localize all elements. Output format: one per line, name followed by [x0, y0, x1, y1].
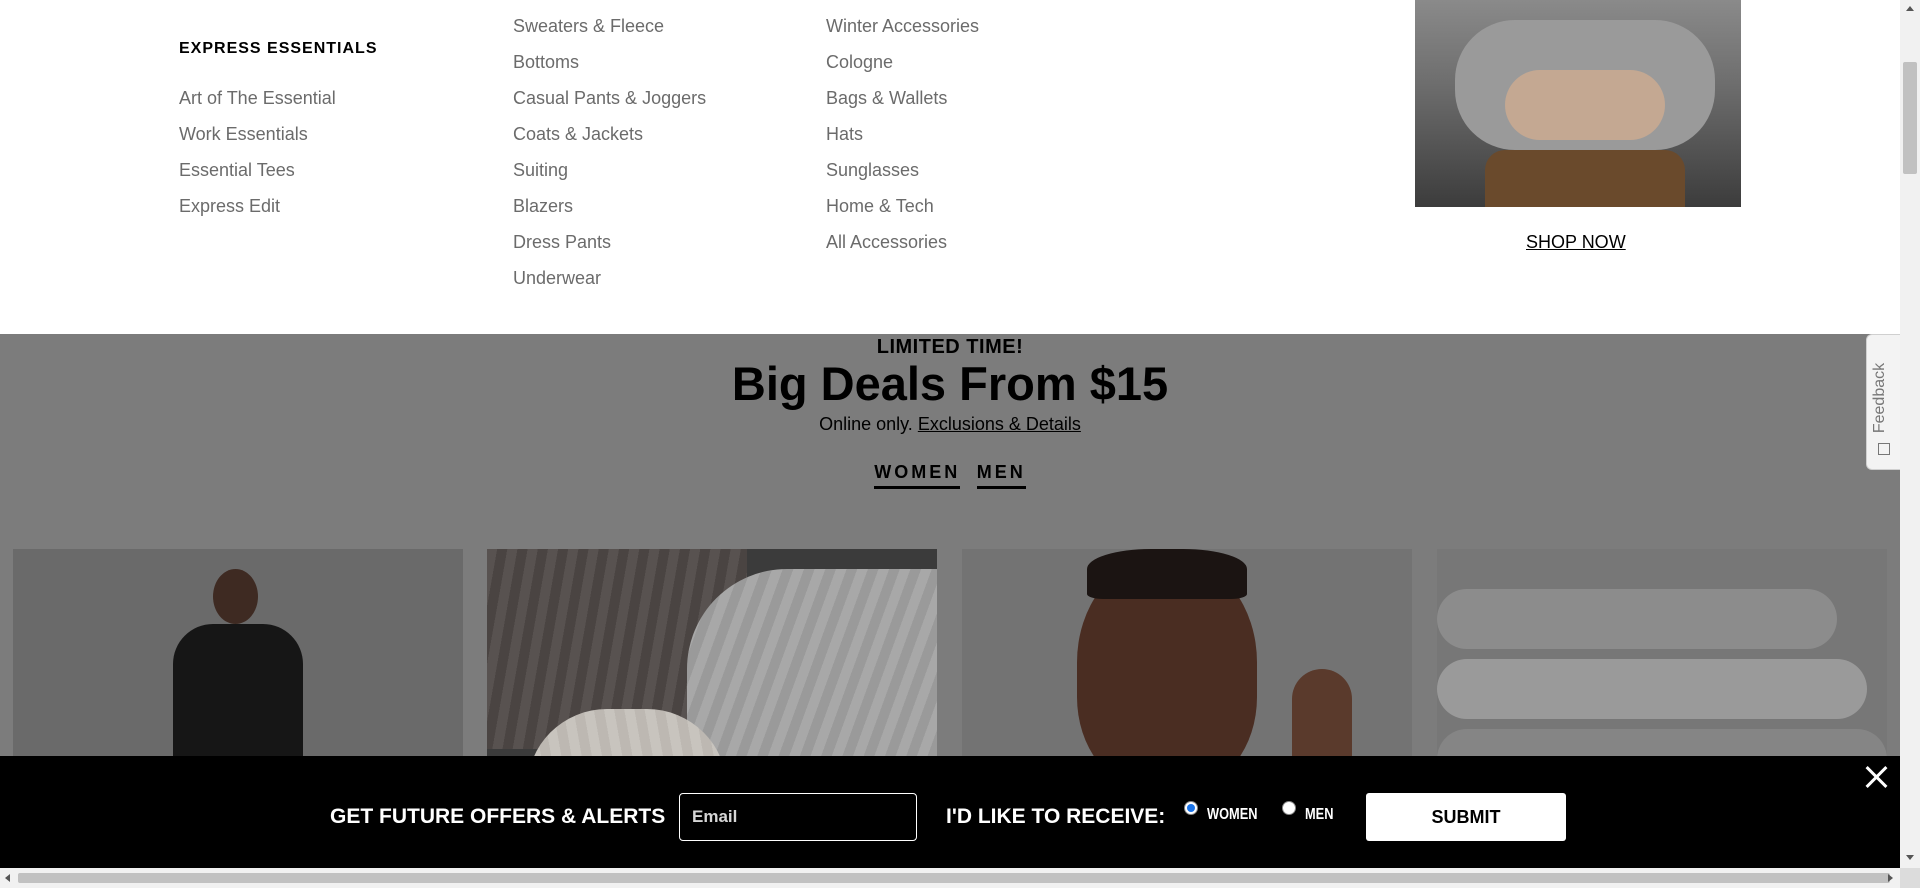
deals-tabs: WOMEN MEN [0, 462, 1900, 489]
scroll-down-arrow-icon[interactable] [1906, 855, 1914, 860]
horizontal-scrollbar[interactable] [0, 868, 1900, 888]
email-signup-bar: GET FUTURE OFFERS & ALERTS I'D LIKE TO R… [0, 756, 1900, 868]
deals-subtitle: Online only. Exclusions & Details [0, 414, 1900, 435]
submit-button[interactable]: SUBMIT [1366, 793, 1566, 841]
express-essentials-heading: EXPRESS ESSENTIALS [179, 40, 378, 57]
scrollbar-corner [1900, 868, 1920, 888]
women-radio-label[interactable]: WOMEN [1207, 806, 1257, 824]
menu-link-all-accessories[interactable]: All Accessories [826, 232, 947, 253]
menu-link-suiting[interactable]: Suiting [513, 160, 568, 181]
men-radio[interactable] [1282, 801, 1296, 815]
tab-men[interactable]: MEN [976, 462, 1026, 489]
menu-link-bags-wallets[interactable]: Bags & Wallets [826, 88, 947, 109]
menu-link-home-tech[interactable]: Home & Tech [826, 196, 934, 217]
clasped-hands [1505, 70, 1665, 140]
folded-jeans-top [1437, 589, 1837, 649]
page-viewport: EXPRESS ESSENTIALS Art of The Essential … [0, 0, 1900, 868]
model-head [213, 569, 258, 624]
men-radio-label[interactable]: MEN [1305, 806, 1333, 824]
promo-image[interactable] [1415, 0, 1741, 207]
exclusions-details-link[interactable]: Exclusions & Details [918, 414, 1081, 434]
horizontal-scroll-thumb[interactable] [18, 873, 1890, 883]
menu-link-work-essentials[interactable]: Work Essentials [179, 124, 308, 145]
vertical-scrollbar[interactable] [1900, 0, 1920, 868]
menu-link-winter-accessories[interactable]: Winter Accessories [826, 16, 979, 37]
menu-link-hats[interactable]: Hats [826, 124, 863, 145]
model-hair [1087, 549, 1247, 599]
receive-label: I'D LIKE TO RECEIVE: [946, 805, 1166, 828]
shop-now-link[interactable]: SHOP NOW [1526, 232, 1626, 253]
tab-women[interactable]: WOMEN [874, 462, 961, 489]
deals-title: Big Deals From $15 [731, 357, 1169, 410]
women-radio[interactable] [1184, 801, 1198, 815]
menu-link-dress-pants[interactable]: Dress Pants [513, 232, 611, 253]
vertical-scroll-thumb[interactable] [1903, 62, 1917, 174]
menu-link-bottoms[interactable]: Bottoms [513, 52, 579, 73]
leather-chair [1485, 150, 1685, 207]
feedback-tab[interactable]: Feedback [1866, 334, 1900, 470]
folded-jeans-middle [1437, 659, 1867, 719]
close-icon[interactable] [1862, 763, 1890, 791]
mega-menu: EXPRESS ESSENTIALS Art of The Essential … [0, 0, 1900, 334]
menu-link-casual-pants-joggers[interactable]: Casual Pants & Joggers [513, 88, 706, 109]
scroll-right-arrow-icon[interactable] [1888, 874, 1893, 882]
scroll-up-arrow-icon[interactable] [1906, 6, 1914, 11]
signup-headline: GET FUTURE OFFERS & ALERTS [330, 805, 666, 828]
menu-link-underwear[interactable]: Underwear [513, 268, 601, 289]
scroll-left-arrow-icon[interactable] [5, 874, 10, 882]
menu-link-express-edit[interactable]: Express Edit [179, 196, 280, 217]
email-input[interactable] [679, 793, 917, 841]
menu-link-sunglasses[interactable]: Sunglasses [826, 160, 919, 181]
feedback-icon [1878, 443, 1890, 455]
deals-subtitle-prefix: Online only. [819, 414, 913, 434]
menu-link-blazers[interactable]: Blazers [513, 196, 573, 217]
menu-link-sweaters-fleece[interactable]: Sweaters & Fleece [513, 16, 664, 37]
menu-link-coats-jackets[interactable]: Coats & Jackets [513, 124, 643, 145]
menu-link-art-of-the-essential[interactable]: Art of The Essential [179, 88, 336, 109]
menu-link-cologne[interactable]: Cologne [826, 52, 893, 73]
feedback-label: Feedback [1871, 362, 1889, 434]
menu-link-essential-tees[interactable]: Essential Tees [179, 160, 295, 181]
